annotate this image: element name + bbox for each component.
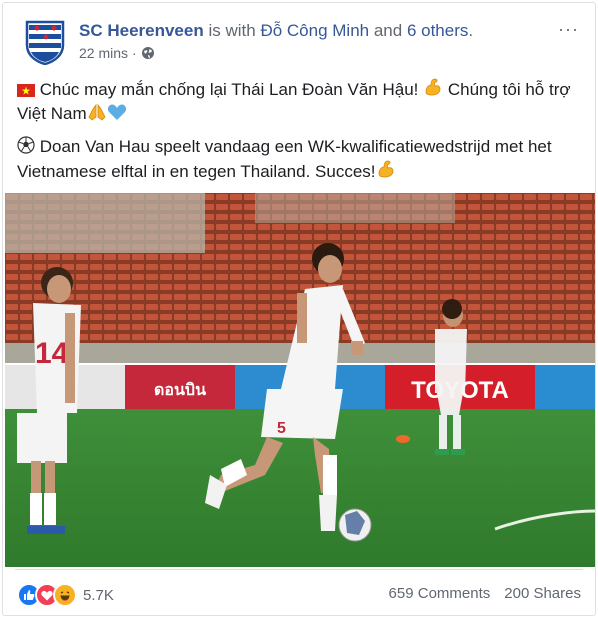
comments-count-link[interactable]: 659 Comments — [389, 585, 491, 602]
post-meta: 22 mins · — [79, 45, 155, 61]
flexed-biceps-icon — [378, 160, 393, 178]
heerenveen-logo-icon: sc — [25, 20, 65, 66]
post-photo[interactable]: ดอนบิน TOYOTA 14 — [5, 193, 595, 567]
engagement-stats: 659 Comments 200 Shares — [389, 585, 581, 602]
post-card: sc SC Heerenveen is with Đỗ Công Minh an… — [2, 2, 596, 616]
paragraph2-text: Doan Van Hau speelt vandaag een WK-kwali… — [17, 137, 552, 181]
flexed-biceps-icon — [425, 78, 441, 96]
paragraph1-text: Chúc may mắn chống lại Thái Lan Đoàn Văn… — [39, 80, 419, 99]
soccer-ball-icon — [17, 136, 35, 154]
page-name-link[interactable]: SC Heerenveen — [79, 21, 204, 40]
others-link[interactable]: 6 others — [407, 21, 468, 40]
shares-count-link[interactable]: 200 Shares — [504, 585, 581, 602]
reaction-count[interactable]: 5.7K — [83, 587, 114, 604]
globe-icon[interactable] — [141, 46, 155, 60]
dot-separator: · — [132, 45, 137, 61]
page-avatar[interactable]: sc — [23, 19, 67, 66]
haha-reaction-icon — [53, 583, 77, 607]
with-text: is with — [208, 21, 256, 40]
jersey-center-number: 5 — [277, 420, 286, 437]
post-footer: 5.7K 659 Comments 200 Shares — [3, 569, 595, 615]
and-text: and — [373, 21, 403, 40]
paragraph-vietnamese: Chúc may mắn chống lại Thái Lan Đoàn Văn… — [17, 77, 583, 126]
folded-hands-icon — [88, 103, 106, 121]
more-options-button[interactable]: ··· — [558, 19, 579, 40]
tagged-person-link[interactable]: Đỗ Công Minh — [260, 21, 369, 40]
post-author-line: SC Heerenveen is with Đỗ Công Minh and 6… — [79, 21, 473, 41]
paragraph-dutch: Doan Van Hau speelt vandaag een WK-kwali… — [17, 135, 583, 184]
football-training-photo: ดอนบิน TOYOTA 14 — [5, 193, 595, 567]
trailing-period: . — [468, 21, 474, 40]
reactions-summary[interactable]: 5.7K — [17, 583, 114, 607]
soccer-ball — [338, 508, 372, 542]
vietnam-flag-icon — [17, 84, 35, 97]
svg-text:sc: sc — [42, 38, 48, 44]
jersey-left-number: 14 — [35, 337, 69, 370]
footer-divider — [15, 569, 583, 570]
blue-heart-icon — [107, 104, 126, 120]
board-brand2-text: ดอนบิน — [154, 381, 206, 399]
post-text: Chúc may mắn chống lại Thái Lan Đoàn Văn… — [17, 77, 583, 193]
post-header: sc SC Heerenveen is with Đỗ Công Minh an… — [19, 17, 585, 67]
post-time[interactable]: 22 mins — [79, 45, 128, 61]
